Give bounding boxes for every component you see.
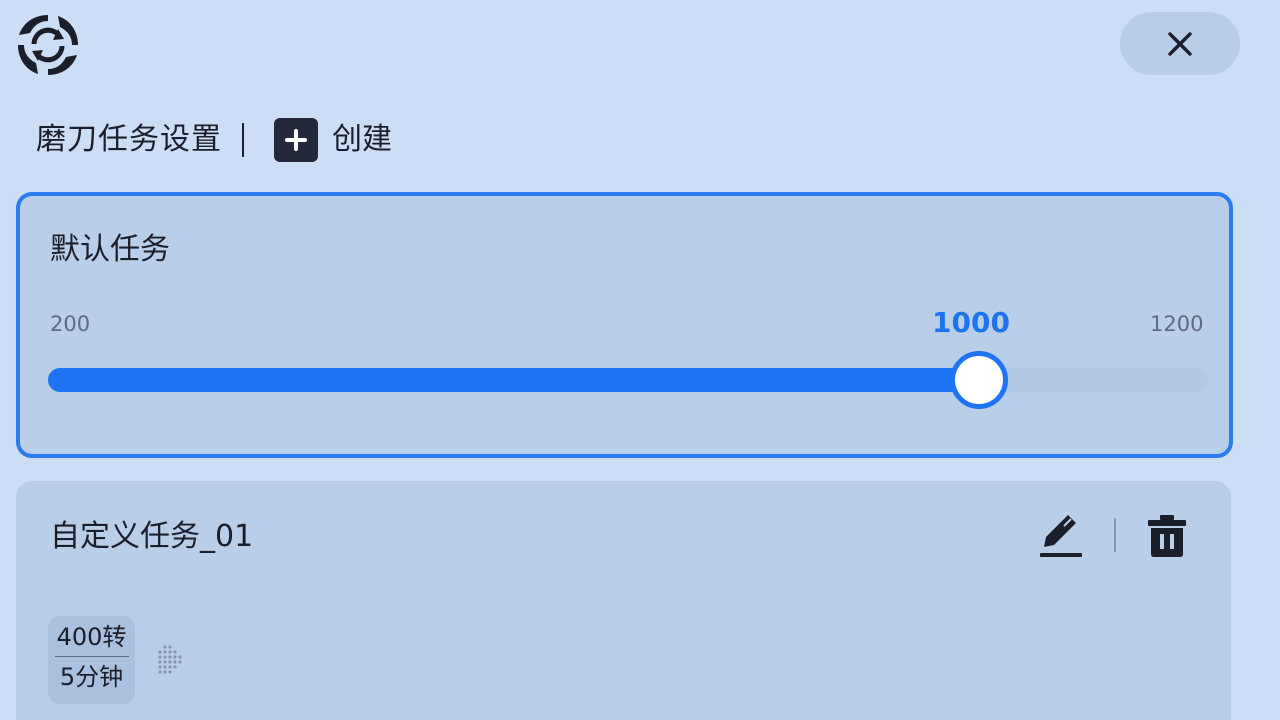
task-step-chip[interactable]: 400转 5分钟 (48, 616, 135, 704)
create-label: 创建 (332, 122, 392, 157)
edit-icon[interactable] (1038, 511, 1084, 561)
task-title: 自定义任务_01 (50, 519, 254, 554)
slider-min-label: 200 (50, 312, 91, 336)
slider-thumb[interactable] (950, 351, 1008, 409)
create-button[interactable]: 创建 (274, 118, 392, 162)
page-title: 磨刀任务设置 (36, 122, 222, 157)
app-logo-icon (18, 15, 78, 75)
header-row: 磨刀任务设置 创建 (36, 118, 392, 162)
step-duration: 5分钟 (59, 663, 124, 691)
page: 磨刀任务设置 创建 默认任务 200 1000 1200 自定义任务_01 40… (0, 0, 1280, 720)
step-separator (54, 656, 129, 657)
custom-task-card[interactable]: 自定义任务_01 400转 5分钟 (16, 481, 1231, 720)
slider-max-label: 1200 (1150, 312, 1204, 336)
trash-icon[interactable] (1146, 513, 1188, 559)
slider-value-label: 1000 (932, 306, 1010, 339)
close-icon (1168, 31, 1192, 56)
plus-icon (274, 118, 318, 162)
task-title: 默认任务 (50, 232, 170, 267)
drag-handle-icon[interactable] (154, 643, 184, 679)
slider-fill (48, 368, 976, 392)
default-task-card[interactable]: 默认任务 200 1000 1200 (16, 192, 1233, 458)
close-button[interactable] (1120, 12, 1240, 75)
header-divider (242, 123, 244, 157)
actions-divider (1114, 518, 1116, 552)
speed-slider[interactable] (48, 351, 1208, 409)
step-speed: 400转 (56, 623, 127, 651)
